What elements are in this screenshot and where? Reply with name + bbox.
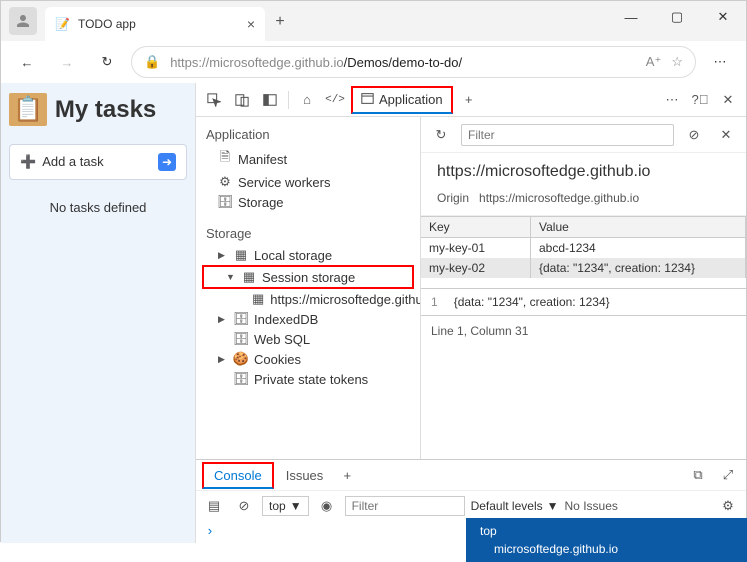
tab-favicon: 📝	[55, 17, 70, 31]
drawer-tab-issues[interactable]: Issues	[276, 464, 334, 487]
sidebar-item-cookies[interactable]: ▶🍪Cookies	[196, 349, 420, 369]
sidebar-item-local-storage[interactable]: ▶▦Local storage	[196, 245, 420, 265]
section-application: Application	[196, 123, 420, 146]
more-tools-button[interactable]: ⋯	[660, 88, 684, 112]
reader-icon[interactable]: A⁺	[646, 54, 662, 70]
table-row[interactable]: my-key-02 {data: "1234", creation: 1234}	[421, 258, 746, 278]
address-bar[interactable]: 🔒 https://microsoftedge.github.io/Demos/…	[131, 46, 696, 78]
context-menu[interactable]: top microsoftedge.github.io	[466, 518, 747, 562]
sidebar-item-session-storage[interactable]: ▼▦Session storage	[202, 265, 414, 289]
file-icon: 🗎	[218, 148, 232, 170]
sidebar-item-websql[interactable]: 🗄Web SQL	[196, 329, 420, 349]
origin-title: https://microsoftedge.github.io	[437, 163, 730, 181]
console-settings-icon[interactable]: ⚙	[716, 494, 740, 518]
live-expression-icon[interactable]: ◉	[315, 494, 339, 518]
sidebar-item-private-tokens[interactable]: 🗄Private state tokens	[196, 369, 420, 389]
url-host: https://microsoftedge.github.io	[170, 55, 343, 70]
database-icon: 🗄	[234, 311, 248, 327]
clear-icon[interactable]: ⊘	[682, 123, 706, 147]
no-issues-label: No Issues	[565, 499, 618, 513]
database-icon: 🗄	[234, 331, 248, 347]
chevron-right-icon: ▶	[218, 354, 228, 365]
inspect-icon[interactable]	[202, 88, 226, 112]
drawer-tab-console[interactable]: Console	[202, 462, 274, 489]
webpage-pane: 📋My tasks ➕Add a task ➜ No tasks defined	[1, 83, 196, 543]
devtools-pane: ⌂ </> Application + ⋯ ?⃝ ✕ Application 🗎…	[196, 83, 746, 543]
sidebar-item-storage[interactable]: 🗄Storage	[196, 192, 420, 212]
minimize-button[interactable]: —	[608, 1, 654, 33]
maximize-button[interactable]: ▢	[654, 1, 700, 33]
console-sidebar-icon[interactable]: ▤	[202, 494, 226, 518]
page-title: 📋My tasks	[9, 93, 187, 126]
add-drawer-tab-button[interactable]: +	[335, 463, 359, 487]
dock-icon[interactable]	[258, 88, 282, 112]
col-key[interactable]: Key	[421, 217, 531, 237]
application-sidebar: Application 🗎Manifest ⚙Service workers 🗄…	[196, 117, 421, 459]
clear-console-icon[interactable]: ⊘	[232, 494, 256, 518]
filter-input[interactable]	[461, 124, 674, 146]
status-line: Line 1, Column 31	[421, 315, 746, 346]
tab-application[interactable]: Application	[351, 86, 453, 114]
close-devtools-button[interactable]: ✕	[716, 88, 740, 112]
device-icon[interactable]	[230, 88, 254, 112]
lock-icon: 🔒	[144, 54, 160, 70]
more-tabs-button[interactable]: +	[457, 88, 481, 112]
chevron-right-icon: ▶	[218, 314, 228, 325]
close-window-button[interactable]: ✕	[700, 1, 746, 33]
sidebar-item-origin[interactable]: ▦https://microsoftedge.github.io	[196, 289, 420, 309]
application-icon	[361, 92, 374, 108]
database-icon: 🗄	[218, 194, 232, 210]
favorite-icon[interactable]: ☆	[671, 54, 683, 70]
sidebar-item-indexeddb[interactable]: ▶🗄IndexedDB	[196, 309, 420, 329]
back-button[interactable]: ←	[11, 46, 43, 78]
browser-tab[interactable]: 📝 TODO app ×	[45, 7, 265, 41]
elements-icon[interactable]: </>	[323, 88, 347, 112]
cookie-icon: 🍪	[234, 351, 248, 367]
grid-icon: ▦	[242, 269, 256, 285]
gears-icon: ⚙	[218, 174, 232, 190]
profile-avatar[interactable]	[9, 7, 37, 35]
add-task-button[interactable]: ➕Add a task ➜	[9, 144, 187, 180]
grid-icon: ▦	[252, 291, 264, 307]
table-row[interactable]: my-key-01 abcd-1234	[421, 238, 746, 258]
col-value[interactable]: Value	[531, 217, 746, 237]
delete-icon[interactable]: ✕	[714, 123, 738, 147]
origin-value: https://microsoftedge.github.io	[479, 191, 639, 205]
no-tasks-label: No tasks defined	[9, 200, 187, 215]
log-levels-selector[interactable]: Default levels▼	[471, 499, 559, 513]
new-tab-button[interactable]: +	[265, 7, 295, 37]
context-menu-item[interactable]: top	[480, 522, 747, 540]
chevron-down-icon: ▼	[290, 499, 302, 513]
close-tab-icon[interactable]: ×	[247, 16, 255, 32]
url-path: /Demos/demo-to-do/	[344, 55, 463, 70]
context-selector[interactable]: top▼	[262, 496, 309, 516]
sidebar-item-manifest[interactable]: 🗎Manifest	[196, 146, 420, 172]
expand-icon[interactable]: ⤢	[716, 463, 740, 487]
settings-menu-button[interactable]: ⋯	[704, 46, 736, 78]
section-storage: Storage	[196, 222, 420, 245]
chevron-right-icon: ▶	[218, 250, 228, 261]
clipboard-icon: 📋	[9, 93, 47, 126]
context-menu-item[interactable]: microsoftedge.github.io	[480, 540, 747, 558]
refresh-button[interactable]: ↻	[91, 46, 123, 78]
storage-table: Key Value my-key-01 abcd-1234 my-key-02 …	[421, 216, 746, 278]
refresh-icon[interactable]: ↻	[429, 123, 453, 147]
forward-button: →	[51, 46, 83, 78]
welcome-icon[interactable]: ⌂	[295, 88, 319, 112]
console-filter-input[interactable]	[345, 496, 465, 516]
value-preview: 1 {data: "1234", creation: 1234}	[421, 288, 746, 315]
drawer-icon[interactable]: ⧉	[686, 463, 710, 487]
tab-title: TODO app	[78, 17, 239, 31]
database-icon: 🗄	[234, 371, 248, 387]
help-icon[interactable]: ?⃝	[688, 88, 712, 112]
submit-icon[interactable]: ➜	[158, 153, 176, 171]
grid-icon: ▦	[234, 247, 248, 263]
sidebar-item-service-workers[interactable]: ⚙Service workers	[196, 172, 420, 192]
chevron-down-icon: ▼	[226, 272, 236, 282]
